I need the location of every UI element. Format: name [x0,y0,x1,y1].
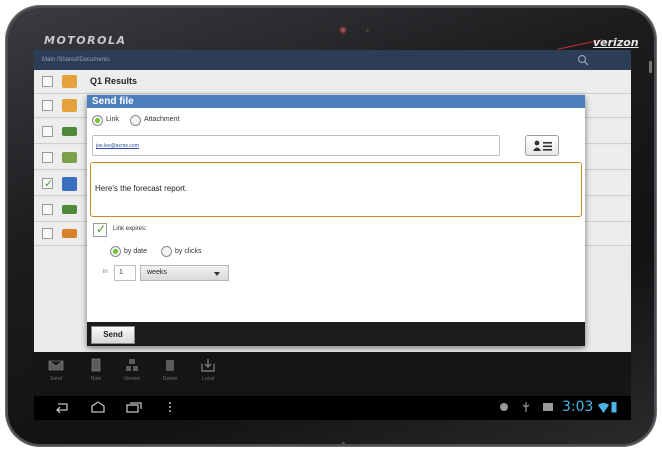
link-expires-label: Link expires: [113,226,147,232]
row-checkbox[interactable] [42,204,53,215]
system-nav-bar: 3:03 [34,396,631,420]
link-radio-label: Link [106,116,119,123]
list-item[interactable]: Q1 Results [34,70,631,94]
link-expires-checkbox[interactable]: ✓ [93,222,107,237]
version-icon [126,359,138,371]
camera-icon [339,26,347,34]
chevron-down-icon [214,272,220,276]
send-button[interactable]: Send [91,326,135,344]
contact-card-icon [533,140,552,151]
local-action[interactable]: Local [194,358,222,382]
presentation-icon [62,229,77,238]
in-label: in [103,269,108,275]
send-file-dialog: Send file Link Attachment joe.lee@acme.c… [87,95,585,346]
delete-action[interactable]: Delete [156,358,184,382]
by-clicks-radio[interactable] [161,246,172,257]
row-checkbox[interactable]: ✓ [42,178,54,190]
delete-icon [166,360,174,371]
message-field[interactable]: Here's the forecast report. [90,162,582,217]
row-checkbox[interactable] [42,126,53,137]
carrier-logo: verizon [593,36,639,49]
delete-action-label: Delete [162,376,178,382]
note-icon [91,358,101,372]
dialog-title: Send file [87,95,585,108]
local-action-label: Local [202,376,214,382]
path-text: Main /Shared/Documents [42,57,110,63]
recent-apps-icon[interactable] [126,401,142,413]
attachment-radio-label: Attachment [144,116,180,123]
dialog-footer: Send [87,322,585,346]
by-date-radio[interactable] [110,246,121,257]
bottom-dot [342,442,345,445]
send-action[interactable]: Send [42,358,70,382]
row-checkbox[interactable] [42,228,53,239]
attachment-radio[interactable] [130,115,141,126]
version-action[interactable]: Version [118,358,146,382]
back-icon[interactable] [54,401,70,413]
expiry-amount-input[interactable]: 1 [114,265,136,281]
sensor-dot [366,29,369,32]
side-button [649,61,652,73]
send-icon [48,360,64,371]
row-checkbox[interactable] [42,100,53,111]
wifi-icon [598,403,609,413]
note-action-label: Note [90,376,102,382]
by-clicks-label: by clicks [175,248,202,255]
spreadsheet-icon [62,205,77,214]
word-doc-icon [62,177,77,191]
home-icon[interactable] [90,401,106,413]
brand-logo: MOTOROLA [44,34,127,47]
expiry-unit-select[interactable]: weeks [140,265,229,281]
local-icon [201,359,215,372]
row-checkbox[interactable] [42,76,53,87]
send-action-label: Send [50,376,62,382]
check-mark-icon: ✓ [44,178,54,190]
link-radio[interactable] [92,115,103,126]
expiry-unit-value: weeks [147,269,167,276]
row-checkbox[interactable] [42,152,53,163]
debug-icon [500,403,508,411]
note-action[interactable]: Note [82,358,110,382]
path-bar: Main /Shared/Documents [34,50,631,70]
menu-icon[interactable] [162,401,178,413]
usb-icon [522,402,530,412]
search-icon[interactable] [577,54,589,66]
check-mark-icon: ✓ [96,222,107,236]
image-icon [62,152,77,163]
clock: 3:03 [562,399,594,415]
by-date-label: by date [124,248,147,255]
version-action-label: Version [123,376,141,382]
file-name: Q1 Results [90,76,138,86]
spreadsheet-icon [62,127,77,136]
folder-icon [62,75,77,88]
notification-icon [543,403,553,411]
contacts-button[interactable] [525,135,559,156]
battery-icon [611,402,617,413]
recipient-field[interactable]: joe.lee@acme.com [92,135,500,156]
folder-icon [62,99,77,112]
